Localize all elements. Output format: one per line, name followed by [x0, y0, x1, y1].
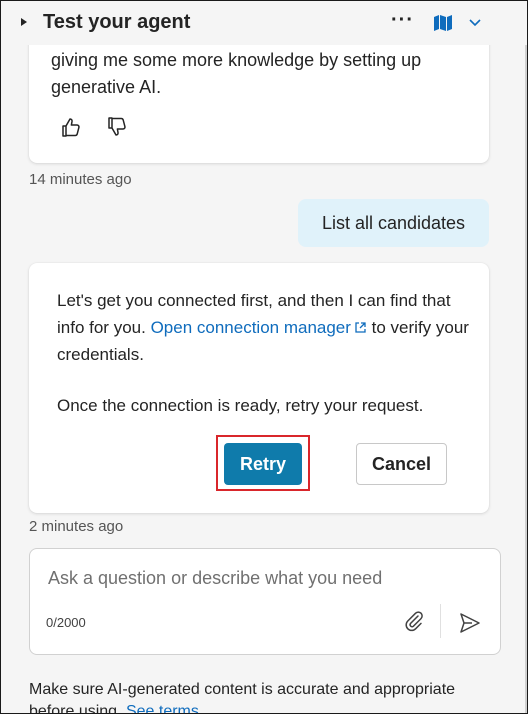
connection-message: Let's get you connected first, and then … [57, 287, 477, 419]
cancel-button[interactable]: Cancel [356, 443, 447, 485]
scrollbar[interactable] [525, 1, 527, 713]
user-message-text: List all candidates [321, 213, 466, 233]
disclaimer-footer: Make sure AI-generated content is accura… [29, 679, 499, 714]
see-terms-link[interactable]: See terms [126, 703, 199, 713]
panel-header: Test your agent ··· [1, 1, 527, 45]
retry-button[interactable]: Retry [224, 443, 302, 485]
expand-caret-icon[interactable] [21, 18, 27, 26]
message-timestamp: 14 minutes ago [29, 171, 132, 188]
thumbs-down-icon[interactable] [105, 115, 129, 139]
disclaimer-text: Make sure AI-generated content is accura… [29, 681, 456, 714]
message-timestamp: 2 minutes ago [29, 518, 124, 535]
composer-divider [440, 604, 441, 638]
retry-instruction: Once the connection is ready, retry your… [57, 396, 424, 415]
chevron-down-icon[interactable] [468, 15, 482, 29]
composer-box: 0/2000 [29, 548, 501, 655]
map-icon[interactable] [433, 13, 453, 33]
attach-paperclip-icon[interactable] [402, 609, 426, 633]
character-counter: 0/2000 [46, 615, 86, 630]
question-input[interactable] [46, 567, 470, 590]
open-connection-manager-link[interactable]: Open connection manager [151, 318, 367, 337]
panel-title: Test your agent [43, 11, 191, 33]
thumbs-up-icon[interactable] [59, 115, 83, 139]
user-message-bubble: List all candidates [298, 199, 489, 247]
test-agent-panel: Test your agent ··· giving me some more … [0, 0, 528, 714]
link-label: Open connection manager [150, 318, 351, 337]
more-icon[interactable]: ··· [391, 9, 414, 32]
send-icon[interactable] [458, 611, 482, 635]
bot-message-text: giving me some more knowledge by setting… [51, 50, 422, 97]
external-link-icon [355, 322, 366, 333]
